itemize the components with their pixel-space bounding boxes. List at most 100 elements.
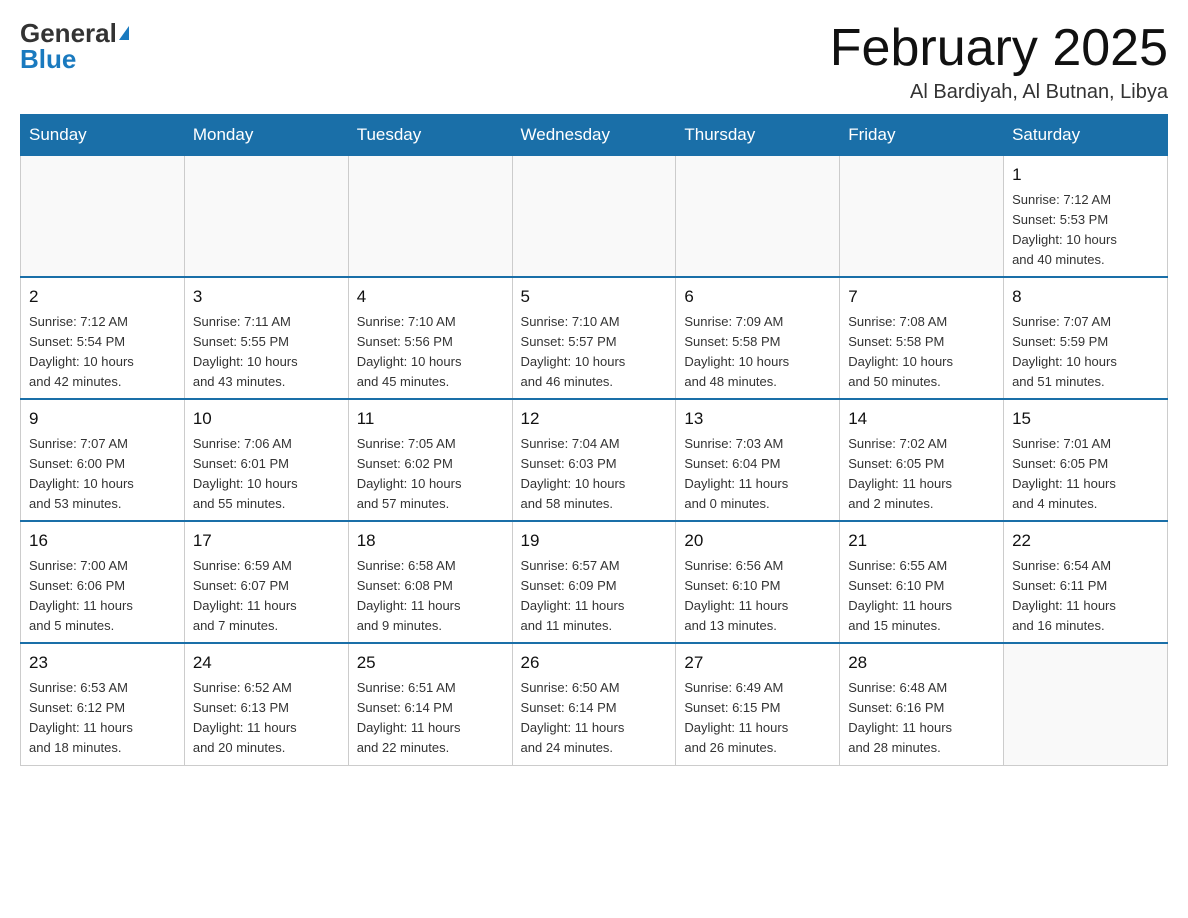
day-number: 17	[193, 528, 340, 554]
day-info: Sunrise: 7:08 AMSunset: 5:58 PMDaylight:…	[848, 312, 995, 393]
calendar-day-cell: 4Sunrise: 7:10 AMSunset: 5:56 PMDaylight…	[348, 277, 512, 399]
day-info: Sunrise: 7:09 AMSunset: 5:58 PMDaylight:…	[684, 312, 831, 393]
calendar-header-row: SundayMondayTuesdayWednesdayThursdayFrid…	[21, 115, 1168, 156]
calendar-day-cell: 13Sunrise: 7:03 AMSunset: 6:04 PMDayligh…	[676, 399, 840, 521]
calendar-day-cell	[840, 156, 1004, 278]
page-header: General Blue February 2025 Al Bardiyah, …	[20, 20, 1168, 104]
day-info: Sunrise: 6:57 AMSunset: 6:09 PMDaylight:…	[521, 556, 668, 637]
day-header-monday: Monday	[184, 115, 348, 156]
calendar-day-cell: 17Sunrise: 6:59 AMSunset: 6:07 PMDayligh…	[184, 521, 348, 643]
day-info: Sunrise: 7:10 AMSunset: 5:57 PMDaylight:…	[521, 312, 668, 393]
day-number: 7	[848, 284, 995, 310]
day-number: 27	[684, 650, 831, 676]
calendar-day-cell: 22Sunrise: 6:54 AMSunset: 6:11 PMDayligh…	[1004, 521, 1168, 643]
day-number: 14	[848, 406, 995, 432]
day-info: Sunrise: 6:51 AMSunset: 6:14 PMDaylight:…	[357, 678, 504, 759]
day-number: 10	[193, 406, 340, 432]
day-info: Sunrise: 7:07 AMSunset: 5:59 PMDaylight:…	[1012, 312, 1159, 393]
day-info: Sunrise: 6:56 AMSunset: 6:10 PMDaylight:…	[684, 556, 831, 637]
day-info: Sunrise: 7:07 AMSunset: 6:00 PMDaylight:…	[29, 434, 176, 515]
calendar-day-cell: 21Sunrise: 6:55 AMSunset: 6:10 PMDayligh…	[840, 521, 1004, 643]
calendar-week-row: 1Sunrise: 7:12 AMSunset: 5:53 PMDaylight…	[21, 156, 1168, 278]
calendar-day-cell: 6Sunrise: 7:09 AMSunset: 5:58 PMDaylight…	[676, 277, 840, 399]
calendar-day-cell: 24Sunrise: 6:52 AMSunset: 6:13 PMDayligh…	[184, 643, 348, 765]
calendar-day-cell: 2Sunrise: 7:12 AMSunset: 5:54 PMDaylight…	[21, 277, 185, 399]
day-info: Sunrise: 7:10 AMSunset: 5:56 PMDaylight:…	[357, 312, 504, 393]
day-info: Sunrise: 7:01 AMSunset: 6:05 PMDaylight:…	[1012, 434, 1159, 515]
calendar-day-cell: 15Sunrise: 7:01 AMSunset: 6:05 PMDayligh…	[1004, 399, 1168, 521]
day-number: 26	[521, 650, 668, 676]
day-header-saturday: Saturday	[1004, 115, 1168, 156]
calendar-table: SundayMondayTuesdayWednesdayThursdayFrid…	[20, 114, 1168, 765]
logo: General Blue	[20, 20, 129, 72]
calendar-day-cell: 14Sunrise: 7:02 AMSunset: 6:05 PMDayligh…	[840, 399, 1004, 521]
calendar-day-cell: 8Sunrise: 7:07 AMSunset: 5:59 PMDaylight…	[1004, 277, 1168, 399]
title-section: February 2025 Al Bardiyah, Al Butnan, Li…	[830, 20, 1168, 104]
day-number: 20	[684, 528, 831, 554]
day-number: 24	[193, 650, 340, 676]
calendar-day-cell: 27Sunrise: 6:49 AMSunset: 6:15 PMDayligh…	[676, 643, 840, 765]
day-number: 12	[521, 406, 668, 432]
calendar-day-cell: 26Sunrise: 6:50 AMSunset: 6:14 PMDayligh…	[512, 643, 676, 765]
calendar-day-cell: 28Sunrise: 6:48 AMSunset: 6:16 PMDayligh…	[840, 643, 1004, 765]
calendar-day-cell: 3Sunrise: 7:11 AMSunset: 5:55 PMDaylight…	[184, 277, 348, 399]
calendar-day-cell	[512, 156, 676, 278]
day-header-thursday: Thursday	[676, 115, 840, 156]
day-info: Sunrise: 6:54 AMSunset: 6:11 PMDaylight:…	[1012, 556, 1159, 637]
logo-triangle-icon	[119, 26, 129, 40]
day-info: Sunrise: 7:05 AMSunset: 6:02 PMDaylight:…	[357, 434, 504, 515]
day-number: 1	[1012, 162, 1159, 188]
calendar-day-cell	[676, 156, 840, 278]
day-header-tuesday: Tuesday	[348, 115, 512, 156]
day-info: Sunrise: 6:52 AMSunset: 6:13 PMDaylight:…	[193, 678, 340, 759]
day-number: 19	[521, 528, 668, 554]
logo-blue-text: Blue	[20, 46, 76, 72]
day-number: 25	[357, 650, 504, 676]
calendar-day-cell	[184, 156, 348, 278]
day-header-friday: Friday	[840, 115, 1004, 156]
day-info: Sunrise: 6:53 AMSunset: 6:12 PMDaylight:…	[29, 678, 176, 759]
calendar-day-cell: 20Sunrise: 6:56 AMSunset: 6:10 PMDayligh…	[676, 521, 840, 643]
calendar-day-cell: 18Sunrise: 6:58 AMSunset: 6:08 PMDayligh…	[348, 521, 512, 643]
calendar-day-cell: 11Sunrise: 7:05 AMSunset: 6:02 PMDayligh…	[348, 399, 512, 521]
day-number: 11	[357, 406, 504, 432]
day-header-wednesday: Wednesday	[512, 115, 676, 156]
day-number: 22	[1012, 528, 1159, 554]
calendar-day-cell: 16Sunrise: 7:00 AMSunset: 6:06 PMDayligh…	[21, 521, 185, 643]
day-info: Sunrise: 7:11 AMSunset: 5:55 PMDaylight:…	[193, 312, 340, 393]
logo-general-text: General	[20, 20, 117, 46]
calendar-week-row: 2Sunrise: 7:12 AMSunset: 5:54 PMDaylight…	[21, 277, 1168, 399]
calendar-week-row: 16Sunrise: 7:00 AMSunset: 6:06 PMDayligh…	[21, 521, 1168, 643]
day-number: 13	[684, 406, 831, 432]
day-number: 5	[521, 284, 668, 310]
day-number: 4	[357, 284, 504, 310]
day-info: Sunrise: 7:02 AMSunset: 6:05 PMDaylight:…	[848, 434, 995, 515]
calendar-day-cell	[348, 156, 512, 278]
calendar-day-cell	[21, 156, 185, 278]
calendar-week-row: 23Sunrise: 6:53 AMSunset: 6:12 PMDayligh…	[21, 643, 1168, 765]
calendar-day-cell: 25Sunrise: 6:51 AMSunset: 6:14 PMDayligh…	[348, 643, 512, 765]
day-info: Sunrise: 7:12 AMSunset: 5:53 PMDaylight:…	[1012, 190, 1159, 271]
day-number: 16	[29, 528, 176, 554]
day-info: Sunrise: 6:48 AMSunset: 6:16 PMDaylight:…	[848, 678, 995, 759]
calendar-week-row: 9Sunrise: 7:07 AMSunset: 6:00 PMDaylight…	[21, 399, 1168, 521]
calendar-day-cell: 19Sunrise: 6:57 AMSunset: 6:09 PMDayligh…	[512, 521, 676, 643]
day-number: 2	[29, 284, 176, 310]
day-number: 18	[357, 528, 504, 554]
day-number: 8	[1012, 284, 1159, 310]
calendar-day-cell: 9Sunrise: 7:07 AMSunset: 6:00 PMDaylight…	[21, 399, 185, 521]
day-info: Sunrise: 7:12 AMSunset: 5:54 PMDaylight:…	[29, 312, 176, 393]
month-title: February 2025	[830, 20, 1168, 77]
calendar-day-cell: 5Sunrise: 7:10 AMSunset: 5:57 PMDaylight…	[512, 277, 676, 399]
day-info: Sunrise: 6:49 AMSunset: 6:15 PMDaylight:…	[684, 678, 831, 759]
day-info: Sunrise: 6:50 AMSunset: 6:14 PMDaylight:…	[521, 678, 668, 759]
day-header-sunday: Sunday	[21, 115, 185, 156]
day-number: 15	[1012, 406, 1159, 432]
day-number: 6	[684, 284, 831, 310]
calendar-day-cell: 10Sunrise: 7:06 AMSunset: 6:01 PMDayligh…	[184, 399, 348, 521]
day-info: Sunrise: 7:06 AMSunset: 6:01 PMDaylight:…	[193, 434, 340, 515]
day-number: 28	[848, 650, 995, 676]
day-number: 3	[193, 284, 340, 310]
day-info: Sunrise: 6:58 AMSunset: 6:08 PMDaylight:…	[357, 556, 504, 637]
location-title: Al Bardiyah, Al Butnan, Libya	[830, 81, 1168, 104]
